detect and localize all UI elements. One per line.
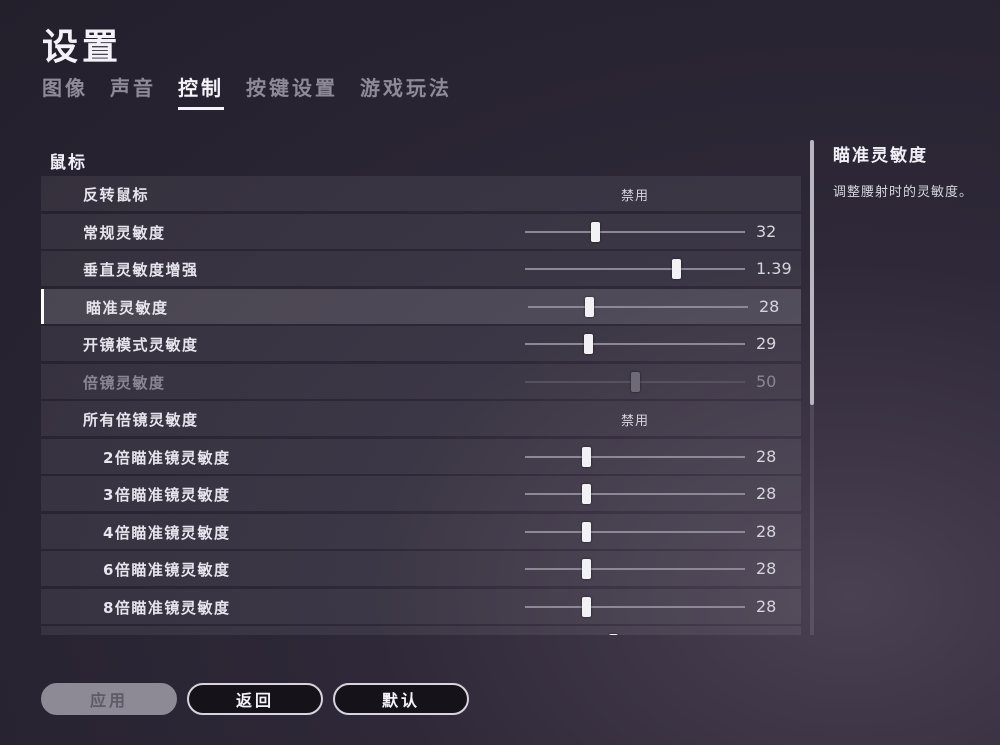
slider-thumb[interactable] (672, 259, 682, 279)
slider-thumb[interactable] (582, 446, 592, 467)
slider-value: 28 (756, 446, 777, 466)
tab-graphics[interactable]: 图像 (42, 72, 88, 110)
setting-label: 倍镜灵敏度 (83, 373, 166, 392)
tab-sound[interactable]: 声音 (110, 72, 156, 110)
setting-row: 倍镜灵敏度 50 (41, 363, 801, 399)
setting-toggle-value[interactable]: 禁用 (621, 185, 649, 204)
setting-row[interactable]: 瞄准灵敏度 28 (41, 288, 801, 324)
tab-gameplay[interactable]: 游戏玩法 (360, 72, 452, 110)
setting-toggle-value[interactable]: 禁用 (621, 410, 649, 429)
settings-list: 反转鼠标 禁用 常规灵敏度 32 垂直灵敏度增强 1.39 瞄准灵敏度 28 开镜模式灵敏度 29… (41, 176, 801, 635)
section-title-mouse: 鼠标 (49, 153, 87, 173)
setting-label: 8倍瞄准镜灵敏度 (103, 598, 231, 617)
setting-label: 反转鼠标 (83, 186, 150, 204)
slider-value: 28 (756, 521, 777, 541)
setting-label: 3倍瞄准镜灵敏度 (103, 486, 231, 504)
description-text: 调整腰射时的灵敏度。 (833, 185, 974, 200)
slider-value: 29 (756, 334, 777, 353)
setting-label: 常规灵敏度 (83, 223, 166, 242)
setting-row[interactable]: 开镜模式灵敏度 29 (41, 326, 801, 361)
setting-label: 15倍瞄准镜灵敏度 (103, 634, 242, 635)
slider-value: 1.39 (756, 259, 792, 278)
page-title: 设置 (42, 27, 123, 68)
slider-thumb[interactable] (590, 221, 600, 242)
settings-tabs: 图像 声音 控制 按键设置 游戏玩法 (42, 72, 452, 110)
back-button[interactable]: 返回 (187, 683, 323, 715)
setting-label: 6倍瞄准镜灵敏度 (103, 561, 231, 579)
slider-thumb[interactable] (582, 521, 592, 542)
scrollbar-thumb[interactable] (810, 140, 814, 405)
slider-track[interactable] (525, 230, 745, 233)
slider-value: 40 (756, 634, 776, 635)
slider-thumb[interactable] (585, 296, 595, 317)
slider-track[interactable] (525, 605, 745, 608)
description-title: 瞄准灵敏度 (833, 146, 928, 166)
slider-track[interactable] (525, 568, 745, 570)
tab-controls[interactable]: 控制 (178, 72, 224, 110)
setting-label: 4倍瞄准镜灵敏度 (103, 523, 231, 542)
setting-row[interactable]: 8倍瞄准镜灵敏度 28 (41, 588, 801, 624)
apply-button[interactable]: 应用 (41, 683, 177, 715)
slider-track[interactable] (525, 268, 745, 270)
setting-label: 开镜模式灵敏度 (83, 336, 199, 354)
default-button[interactable]: 默认 (333, 683, 469, 715)
slider-thumb[interactable] (582, 559, 592, 579)
settings-panel: 鼠标 反转鼠标 禁用 常规灵敏度 32 垂直灵敏度增强 1.39 瞄准灵敏度 28 开镜模式灵敏… (41, 140, 801, 635)
slider-value: 28 (759, 296, 780, 316)
slider-thumb[interactable] (608, 634, 618, 635)
setting-row[interactable]: 15倍瞄准镜灵敏度 40 (41, 626, 801, 635)
slider-thumb[interactable] (582, 596, 592, 617)
slider-value: 28 (756, 596, 777, 616)
setting-row[interactable]: 反转鼠标 禁用 (41, 176, 801, 211)
slider-track[interactable] (525, 530, 745, 533)
setting-row[interactable]: 垂直灵敏度增强 1.39 (41, 251, 801, 286)
setting-row[interactable]: 所有倍镜灵敏度 禁用 (41, 401, 801, 436)
slider-track[interactable] (528, 305, 748, 308)
setting-row[interactable]: 3倍瞄准镜灵敏度 28 (41, 476, 801, 511)
setting-row[interactable]: 6倍瞄准镜灵敏度 28 (41, 551, 801, 586)
setting-row[interactable]: 2倍瞄准镜灵敏度 28 (41, 438, 801, 474)
slider-value: 28 (756, 559, 777, 578)
slider-thumb (630, 371, 640, 392)
setting-label: 垂直灵敏度增强 (83, 261, 199, 279)
slider-track[interactable] (525, 343, 745, 345)
setting-row[interactable]: 4倍瞄准镜灵敏度 28 (41, 513, 801, 549)
setting-label: 所有倍镜灵敏度 (83, 411, 199, 429)
slider-value: 28 (756, 484, 777, 503)
scrollbar[interactable] (810, 140, 814, 635)
setting-label: 瞄准灵敏度 (86, 298, 169, 317)
slider-track[interactable] (525, 493, 745, 495)
slider-track[interactable] (525, 455, 745, 458)
slider-thumb[interactable] (582, 484, 592, 504)
tab-keybindings[interactable]: 按键设置 (246, 72, 338, 110)
setting-row[interactable]: 常规灵敏度 32 (41, 213, 801, 249)
setting-label: 2倍瞄准镜灵敏度 (103, 448, 231, 467)
slider-value: 32 (756, 221, 777, 241)
slider-value: 50 (756, 371, 777, 391)
slider-thumb[interactable] (584, 334, 594, 354)
